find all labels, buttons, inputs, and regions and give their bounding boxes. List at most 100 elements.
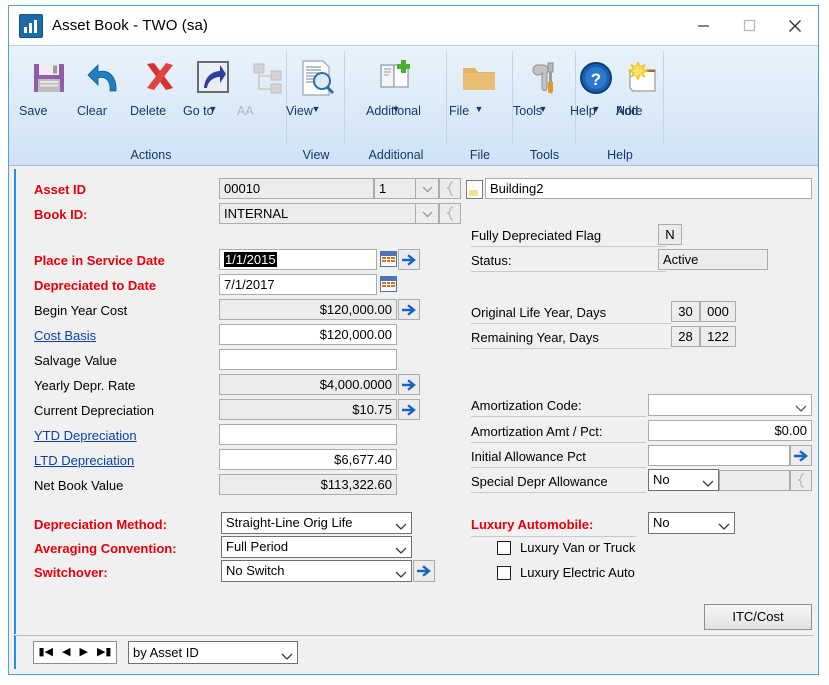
divider	[471, 246, 666, 247]
sort-order-select[interactable]: by Asset ID	[128, 641, 298, 664]
asset-description-input[interactable]: Building2	[485, 178, 812, 199]
calendar-icon-grid	[381, 256, 396, 263]
book-id-dropdown[interactable]	[416, 203, 439, 224]
current-depreciation-expand-button[interactable]	[398, 399, 420, 420]
averaging-convention-select[interactable]: Full Period	[221, 536, 412, 558]
special-depr-allowance-select[interactable]: No	[648, 469, 719, 491]
place-in-service-expand-button[interactable]	[398, 249, 420, 270]
last-record-icon[interactable]: ▶▮	[97, 647, 112, 658]
status-label: Status:	[471, 253, 511, 268]
status-input[interactable]: Active	[658, 249, 768, 270]
itc-cost-button[interactable]: ITC/Cost	[704, 604, 812, 630]
initial-allowance-input[interactable]	[648, 445, 790, 466]
net-book-value-input[interactable]: $113,322.60	[219, 474, 397, 495]
luxury-automobile-value: No	[653, 515, 670, 530]
asset-suffix-input[interactable]: 1	[374, 178, 416, 199]
ytd-depreciation-input[interactable]	[219, 424, 397, 445]
luxury-van-label: Luxury Van or Truck	[520, 540, 635, 555]
salvage-value-input[interactable]	[219, 349, 397, 370]
help-button[interactable]: ? Help ▼	[570, 52, 622, 114]
amortization-amt-input[interactable]: $0.00	[648, 420, 812, 441]
current-depreciation-input[interactable]: $10.75	[219, 399, 397, 420]
depreciation-method-select[interactable]: Straight-Line Orig Life	[221, 512, 412, 534]
special-depr-allowance-amount[interactable]	[719, 470, 790, 491]
fully-depreciated-flag-label: Fully Depreciated Flag	[471, 228, 601, 243]
divider	[471, 416, 646, 417]
yearly-depr-rate-input[interactable]: $4,000.0000	[219, 374, 397, 395]
asset-suffix-dropdown[interactable]	[416, 178, 439, 199]
cost-basis-label[interactable]: Cost Basis	[34, 328, 96, 343]
clear-button[interactable]: Clear	[77, 52, 137, 104]
amortization-code-select[interactable]	[648, 394, 812, 416]
maximize-icon[interactable]	[726, 6, 772, 45]
place-in-service-date-input[interactable]: 1/1/2015	[219, 249, 377, 270]
calendar-icon[interactable]	[380, 276, 397, 292]
previous-record-icon[interactable]: ◀	[62, 647, 70, 658]
remaining-life-label: Remaining Year, Days	[471, 330, 599, 345]
luxury-electric-label: Luxury Electric Auto	[520, 565, 635, 580]
depreciated-to-date-input[interactable]: 7/1/2017	[219, 274, 377, 295]
file-button[interactable]: File ▼	[449, 52, 509, 114]
remaining-life-years-input[interactable]: 28	[671, 326, 700, 347]
depreciation-method-value: Straight-Line Orig Life	[226, 515, 352, 530]
ribbon-group-tools: Tools Tools ▼	[513, 46, 576, 165]
ltd-depreciation-label[interactable]: LTD Depreciation	[34, 453, 134, 468]
initial-allowance-expand-button[interactable]	[790, 445, 812, 466]
delete-button[interactable]: Delete	[130, 52, 190, 104]
depreciation-method-label: Depreciation Method:	[34, 517, 167, 532]
divider	[471, 348, 671, 349]
switchover-select[interactable]: No Switch	[221, 560, 412, 582]
begin-year-cost-input[interactable]: $120,000.00	[219, 299, 397, 320]
switchover-expand-button[interactable]	[413, 560, 435, 582]
minimize-icon[interactable]	[680, 6, 726, 45]
file-label: File	[449, 104, 469, 118]
save-button[interactable]: Save	[19, 52, 79, 104]
book-id-input[interactable]: INTERNAL	[219, 203, 416, 224]
chevron-down-icon	[281, 646, 293, 658]
calendar-icon-grid	[381, 281, 396, 288]
original-life-years-input[interactable]: 30	[671, 301, 700, 322]
goto-label: Go to	[183, 104, 214, 118]
fully-depreciated-flag-input[interactable]: N	[658, 224, 682, 245]
amortization-code-label: Amortization Code:	[471, 398, 582, 413]
begin-year-cost-label: Begin Year Cost	[34, 303, 127, 318]
book-id-lookup-button[interactable]	[439, 203, 461, 224]
ribbon-group-caption-additional: Additional	[345, 148, 447, 162]
net-book-value-label: Net Book Value	[34, 478, 123, 493]
begin-year-cost-expand-button[interactable]	[398, 299, 420, 320]
averaging-convention-label: Averaging Convention:	[34, 541, 177, 556]
luxury-van-checkbox[interactable]	[497, 541, 511, 555]
next-record-icon[interactable]: ▶	[79, 647, 87, 658]
place-in-service-date-label: Place in Service Date	[34, 253, 165, 268]
view-button[interactable]: View ▼	[286, 52, 346, 114]
additional-button[interactable]: Additional ▼	[366, 52, 426, 114]
ytd-depreciation-label[interactable]: YTD Depreciation	[34, 428, 137, 443]
tools-button[interactable]: Tools ▼	[513, 52, 573, 114]
goto-button[interactable]: Go to ▼	[183, 52, 243, 114]
ribbon-group-caption-help: Help	[576, 148, 664, 162]
chevron-down-icon	[395, 517, 407, 529]
original-life-label: Original Life Year, Days	[471, 305, 606, 320]
calendar-icon[interactable]	[380, 251, 397, 267]
asset-id-lookup-button[interactable]	[439, 178, 461, 199]
asset-id-input[interactable]: 00010	[219, 178, 374, 199]
chevron-down-icon	[395, 565, 407, 577]
first-record-icon[interactable]: ▮◀	[39, 647, 54, 658]
original-life-days-input[interactable]: 000	[700, 301, 736, 322]
additional-label: Additional	[366, 104, 421, 118]
add-note-button[interactable]: Add Note	[616, 52, 668, 104]
chevron-down-icon	[795, 399, 807, 411]
sort-order-value: by Asset ID	[133, 645, 199, 660]
luxury-automobile-select[interactable]: No	[648, 512, 735, 534]
luxury-electric-checkbox[interactable]	[497, 566, 511, 580]
cost-basis-input[interactable]: $120,000.00	[219, 324, 397, 345]
yearly-depr-rate-expand-button[interactable]	[398, 374, 420, 395]
close-icon[interactable]	[772, 6, 818, 45]
window-controls	[680, 6, 818, 45]
note-icon[interactable]	[466, 180, 483, 199]
ltd-depreciation-input[interactable]: $6,677.40	[219, 449, 397, 470]
amortization-amt-label: Amortization Amt / Pct:	[471, 424, 603, 439]
chevron-down-icon	[702, 474, 714, 486]
special-depr-allowance-lookup-button[interactable]	[790, 470, 812, 491]
remaining-life-days-input[interactable]: 122	[700, 326, 736, 347]
